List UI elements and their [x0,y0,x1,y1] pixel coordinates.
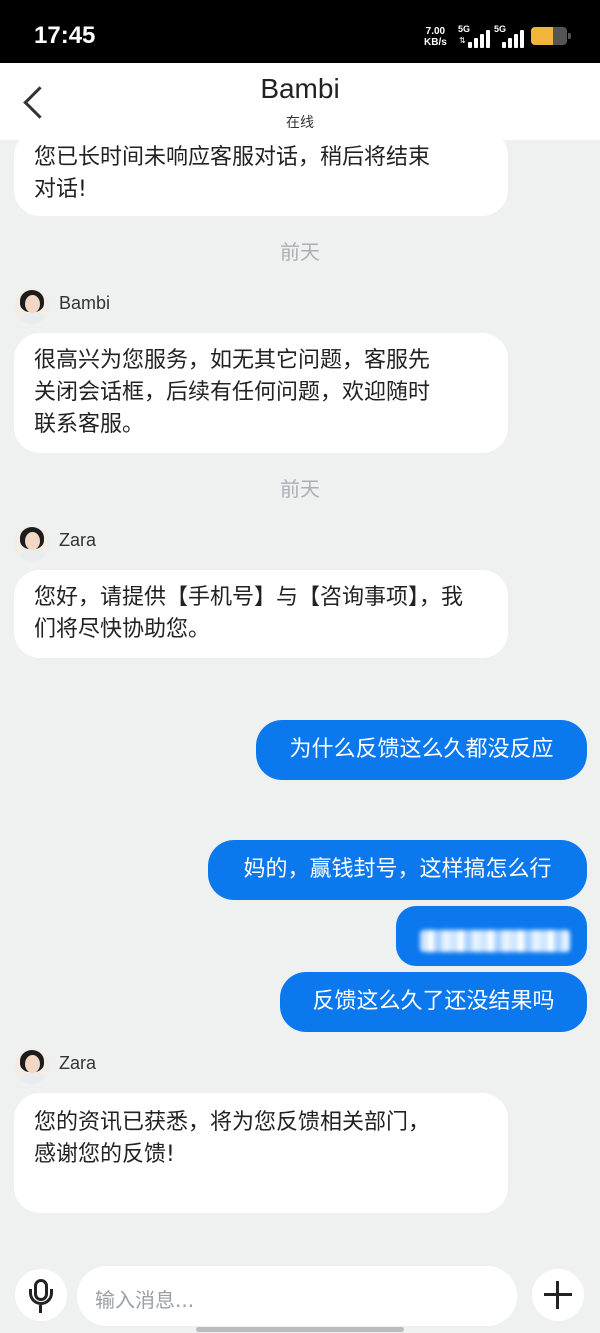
sim1-label: 5G [458,24,471,34]
incoming-message: 很高兴为您服务，如无其它问题，客服先 关闭会话框，后续有任何问题，欢迎随时 联系… [14,333,508,453]
message-list[interactable]: 您已长时间未响应客服对话，稍后将结束 对话! 前天 Bambi 很高兴为您服务，… [0,140,600,1260]
battery-icon [531,27,571,45]
online-status: 在线 [286,115,314,131]
status-time: 17:45 [34,22,96,49]
plus-icon[interactable] [532,1269,584,1321]
input-bar: 输入消息... [0,1260,600,1333]
agent-header: Bambi [14,288,154,328]
chat-header: Bambi 在线 [0,63,600,140]
incoming-message: 您已长时间未响应客服对话，稍后将结束 对话! [14,140,508,216]
voice-button[interactable] [15,1269,67,1321]
battery-fill [531,27,553,45]
chat-title: Bambi [260,73,340,104]
incoming-message: 您好，请提供【手机号】与【咨询事项】，我 们将尽快协助您。 [14,570,508,658]
date-separator: 前天 [280,477,320,501]
agent-header: Zara [14,525,154,565]
outgoing-message: 为什么反馈这么久都没反应 [256,720,587,780]
message-input-placeholder: 输入消息... [95,1288,195,1312]
sim2-label: 5G [494,24,507,34]
network-speed-value: 7.00 [425,26,446,37]
incoming-message: 您的资讯已获悉，将为您反馈相关部门， 感谢您的反馈! [14,1093,508,1213]
signal-icon-sim1: 5G ⇅ [458,24,492,48]
avatar [14,1048,50,1084]
date-separator: 前天 [280,240,320,264]
message-input[interactable]: 输入消息... [77,1266,581,1326]
network-speed: 7.00 KB/s [424,26,447,48]
agent-name: Zara [59,1053,97,1073]
home-indicator[interactable] [196,1327,404,1332]
outgoing-message: 妈的，赢钱封号，这样搞怎么行 [208,840,587,900]
signal-icon-sim2: 5G [494,24,528,48]
network-speed-unit: KB/s [424,37,447,48]
redacted-content [420,930,570,952]
outgoing-message: 反馈这么久了还没结果吗 [280,972,587,1032]
avatar [14,525,50,561]
data-arrows-icon: ⇅ [459,36,466,45]
agent-header: Zara [14,1048,154,1088]
avatar [14,288,50,324]
status-bar: 17:45 7.00 KB/s 5G ⇅ 5G [0,0,600,63]
agent-name: Zara [59,530,97,550]
agent-name: Bambi [59,293,111,313]
